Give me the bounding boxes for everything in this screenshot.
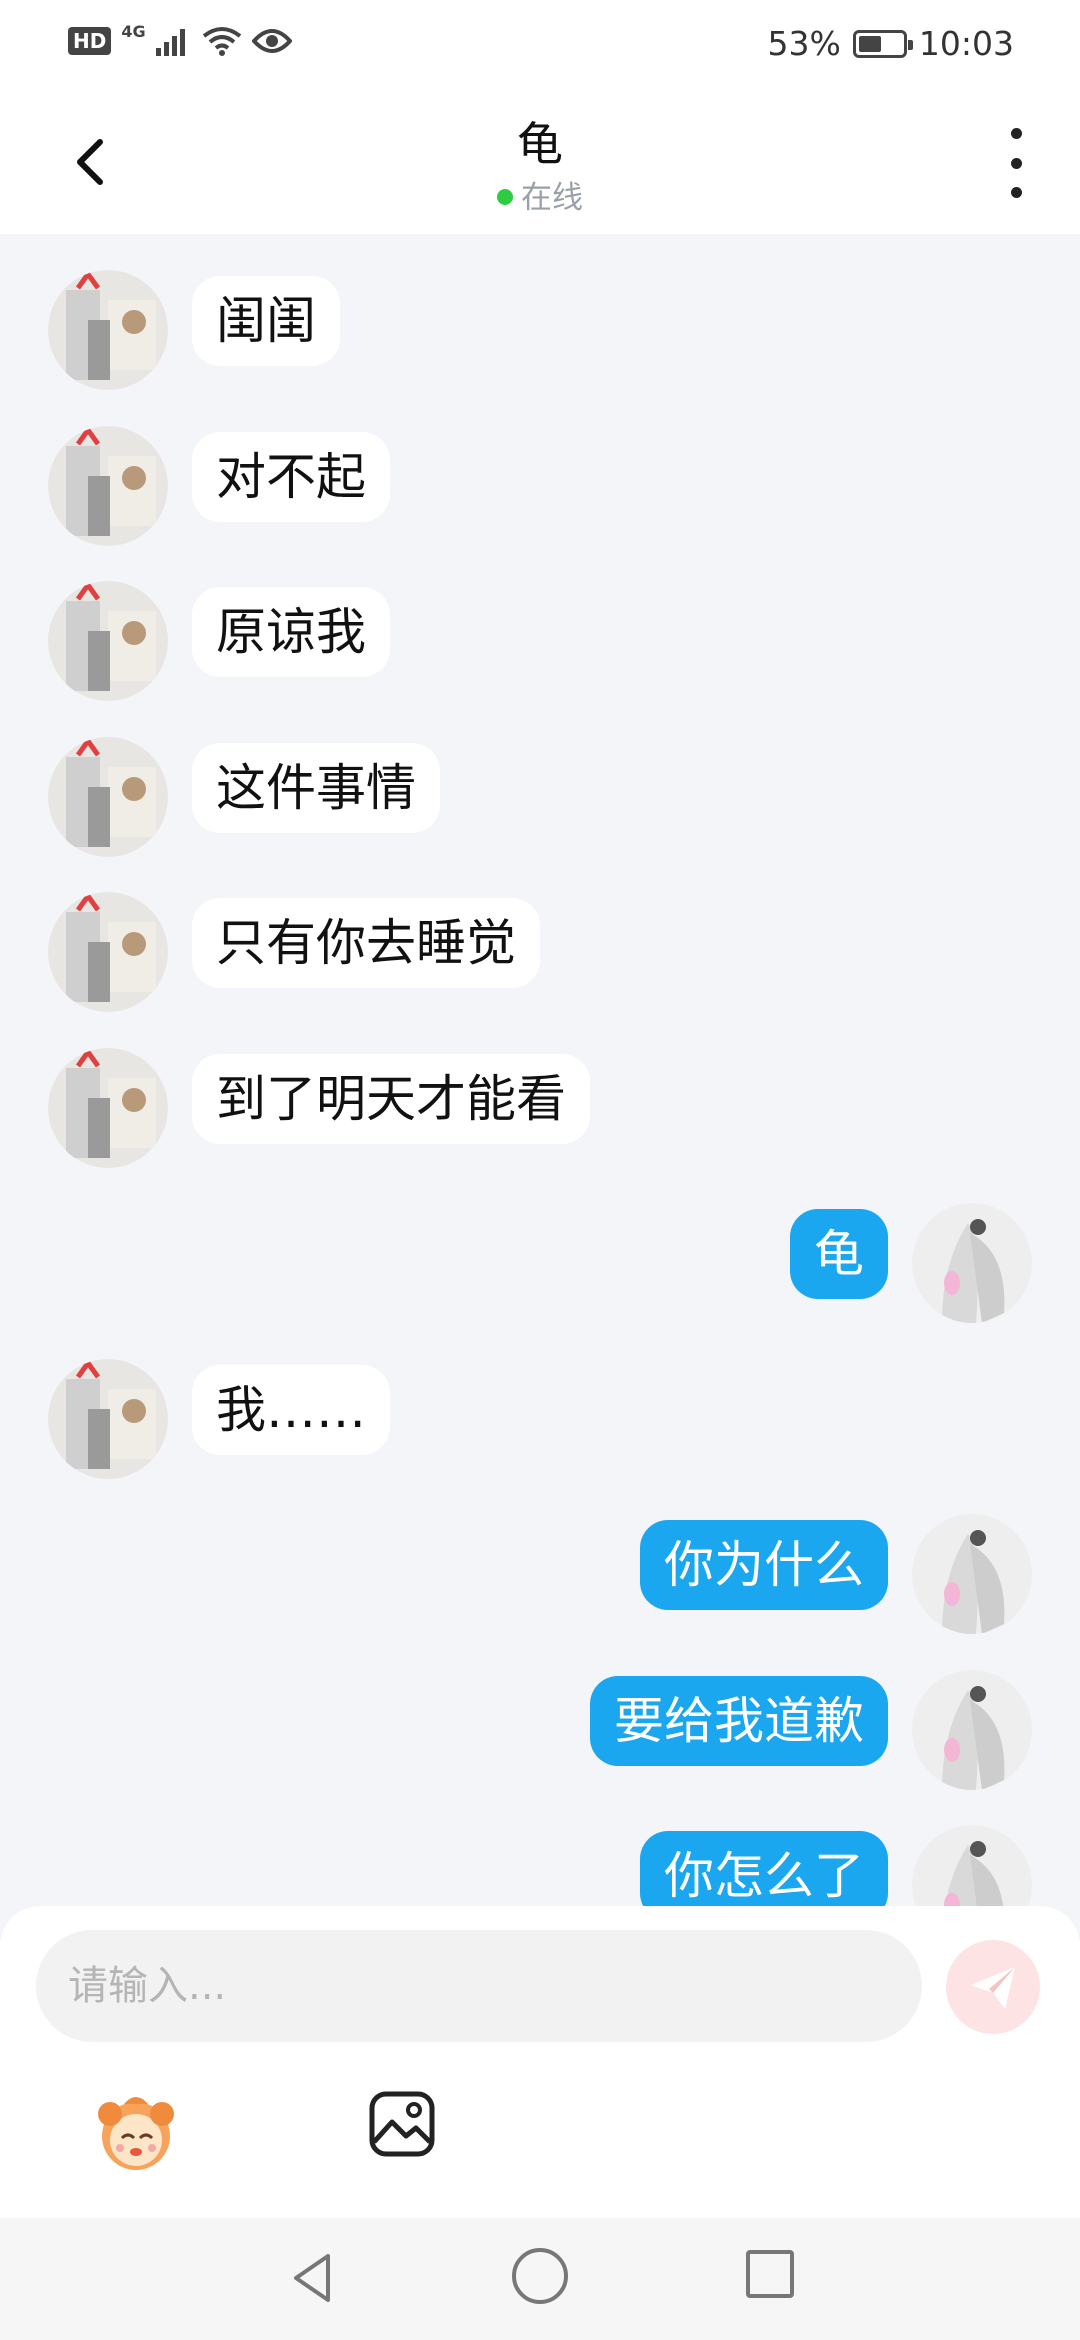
- message-input[interactable]: [36, 1930, 922, 2042]
- chat-title: 龟: [517, 117, 563, 171]
- mascot-emoji-icon: [98, 2097, 174, 2170]
- signal-icon: [155, 29, 185, 56]
- contact-avatar[interactable]: [48, 892, 168, 1012]
- my-avatar[interactable]: [912, 1825, 1032, 1906]
- paper-plane-icon: [971, 1967, 1015, 2009]
- message-row-incoming: 这件事情: [0, 737, 1080, 857]
- online-status: 在线: [0, 172, 1080, 217]
- my-avatar[interactable]: [912, 1203, 1032, 1323]
- status-bar-right: 53% 10:03: [768, 24, 1014, 63]
- message-list[interactable]: 闺闺对不起原谅我这件事情只有你去睡觉 到了明天才能看龟我…… 你为什么要给我道歉你怎…: [0, 234, 1080, 1906]
- more-dot-icon: [1010, 187, 1022, 198]
- image-icon: [369, 2091, 435, 2157]
- message-row-outgoing: 你怎么了: [0, 1825, 1080, 1906]
- message-bubble[interactable]: 对不起: [192, 432, 390, 522]
- message-row-incoming: 闺闺: [0, 270, 1080, 390]
- my-avatar[interactable]: [912, 1514, 1032, 1634]
- composer: [0, 1906, 1080, 2218]
- message-row-incoming: 对不起: [0, 426, 1080, 546]
- message-bubble[interactable]: 到了明天才能看: [192, 1054, 590, 1144]
- message-bubble[interactable]: 原谅我: [192, 587, 390, 677]
- eye-icon: [251, 29, 292, 53]
- triangle-back-icon: [294, 2254, 330, 2302]
- status-bar: HD 4G 53% 10:03: [0, 0, 1080, 92]
- online-dot-icon: [497, 188, 513, 205]
- online-status-label: 在线: [521, 180, 583, 216]
- hd-badge: HD: [68, 27, 112, 55]
- battery-icon: [852, 29, 913, 58]
- contact-avatar[interactable]: [48, 1048, 168, 1168]
- contact-avatar[interactable]: [48, 581, 168, 701]
- my-avatar[interactable]: [912, 1670, 1032, 1790]
- message-row-incoming: 原谅我: [0, 581, 1080, 701]
- message-bubble[interactable]: 只有你去睡觉: [192, 898, 540, 988]
- contact-avatar[interactable]: [48, 1359, 168, 1479]
- message-bubble[interactable]: 这件事情: [192, 743, 440, 833]
- message-bubble[interactable]: 闺闺: [192, 276, 340, 366]
- contact-avatar[interactable]: [48, 737, 168, 857]
- nav-recents-button[interactable]: [746, 2250, 794, 2298]
- emoji-button[interactable]: [88, 2084, 184, 2180]
- battery-level-fill: [858, 35, 882, 52]
- nav-back-button[interactable]: [284, 2248, 344, 2308]
- message-bubble[interactable]: 要给我道歉: [590, 1676, 888, 1766]
- image-button[interactable]: [366, 2088, 438, 2160]
- contact-avatar[interactable]: [48, 426, 168, 546]
- wifi-icon: [202, 27, 241, 56]
- message-bubble[interactable]: 我……: [192, 1365, 390, 1455]
- message-row-outgoing: 你为什么: [0, 1514, 1080, 1634]
- message-bubble[interactable]: 龟: [790, 1209, 888, 1299]
- send-button[interactable]: [946, 1940, 1040, 2034]
- nav-home-button[interactable]: [512, 2248, 568, 2304]
- message-row-incoming: 到了明天才能看: [0, 1048, 1080, 1168]
- clock: 10:03: [918, 24, 1014, 63]
- more-dot-icon: [1010, 157, 1022, 169]
- more-options-button[interactable]: [996, 128, 1036, 198]
- contact-avatar[interactable]: [48, 270, 168, 390]
- message-bubble[interactable]: 你怎么了: [640, 1831, 888, 1906]
- network-type-label: 4G: [121, 21, 146, 41]
- battery-percent: 53%: [767, 24, 841, 63]
- message-row-outgoing: 要给我道歉: [0, 1670, 1080, 1790]
- message-row-incoming: 我……: [0, 1359, 1080, 1479]
- message-bubble[interactable]: 你为什么: [640, 1520, 888, 1610]
- message-row-outgoing: 龟: [0, 1203, 1080, 1323]
- chat-header: 龟 在线: [0, 92, 1080, 234]
- status-bar-left: HD 4G: [68, 22, 292, 56]
- message-row-incoming: 只有你去睡觉: [0, 892, 1080, 1012]
- more-dot-icon: [1010, 128, 1022, 139]
- system-nav-bar: [0, 2218, 1080, 2340]
